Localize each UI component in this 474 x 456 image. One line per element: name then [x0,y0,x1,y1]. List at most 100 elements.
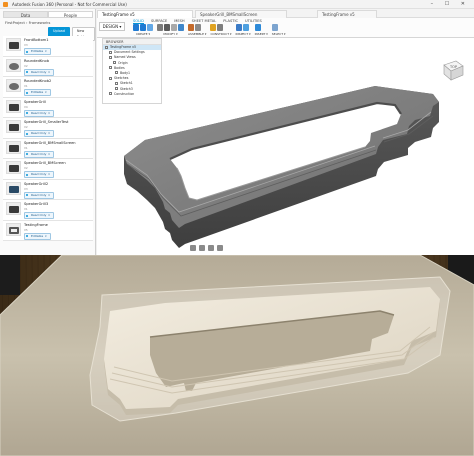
file-access-label: Read Only [31,192,47,197]
file-name: SpeakerGrill [24,99,46,104]
tool-icon[interactable] [235,24,242,31]
browser-row-label: Document Settings [114,50,145,55]
ribbon-group-label[interactable]: SELECT ▾ [272,32,286,36]
tool-icon[interactable] [271,24,278,31]
doc-tab-testingframe[interactable]: TestingFrame v5 [97,10,193,18]
display-settings-icon[interactable] [217,245,223,251]
print-bed-illustration [0,255,474,456]
orbit-icon[interactable] [190,245,196,251]
browser-row-label: TestingFrame v5 [110,45,137,49]
file-version: V4 [24,104,28,109]
file-list-item[interactable]: RoundedKnob2 V1 Editable ▾ [3,77,93,98]
file-access-label: Read Only [31,131,47,135]
ribbon-group[interactable]: SELECT ▾ [271,24,286,36]
ribbon-group[interactable]: INSPECT ▾ [235,24,251,36]
ribbon-group[interactable]: INSERT ▾ [254,24,268,36]
file-access-label: Read Only [31,213,47,217]
chevron-down-icon: ▾ [45,50,47,53]
tool-icon[interactable] [217,24,224,31]
window-controls[interactable]: – ☐ ✕ [431,0,470,9]
visibility-icon[interactable] [115,71,118,75]
file-access-tag[interactable]: Read Only ▾ [24,171,54,178]
tool-icon[interactable] [254,24,261,31]
ribbon-group-label[interactable]: CREATE ▾ [133,32,153,36]
document-tab-bar: TestingFrame v5 SpeakerGrill_BMSmallScre… [97,9,474,18]
visibility-icon[interactable] [105,45,108,49]
visibility-icon[interactable] [115,87,118,90]
file-access-tag[interactable]: Read Only ▾ [24,191,54,199]
tool-icon[interactable] [242,24,249,31]
file-version: V2 [24,125,28,129]
file-list-item[interactable]: SpeakerGrill_SmallerTest V2 Read Only ▾ [3,118,93,139]
ribbon-group[interactable]: ASSEMBLE ▾ [188,24,206,36]
tool-icon[interactable] [157,24,163,31]
file-list-item[interactable]: TestingFrame V5 Editable ▾ [3,220,93,241]
ribbon-group[interactable]: MODIFY ▾ [157,24,184,36]
tool-icon[interactable] [133,24,139,31]
viewcube[interactable]: TOP [440,57,465,82]
workspace-dropdown[interactable]: DESIGN ▾ [99,22,125,31]
tool-icon[interactable] [195,24,201,31]
visibility-icon[interactable] [109,50,112,54]
browser-row[interactable]: Construction [103,92,161,97]
file-name: SpeakerGrill_BMSmallScreen [24,140,76,145]
visibility-icon[interactable] [109,55,112,59]
ribbon-group[interactable]: CONSTRUCT ▾ [210,24,232,36]
file-list-item[interactable]: RoundedKnob V2 Read Only ▾ [3,56,93,77]
ribbon-group-label[interactable]: MODIFY ▾ [157,32,184,36]
tool-icon[interactable] [210,24,217,31]
file-name: TestingFrame [24,222,48,227]
file-thumbnail [6,161,21,174]
visibility-icon[interactable] [109,76,112,80]
file-list-item[interactable]: FrontBottom1 V3 Editable ▾ [3,36,93,57]
tool-icon[interactable] [147,24,153,31]
file-access-tag[interactable]: Read Only ▾ [24,68,54,76]
file-version: V3 [24,43,28,47]
file-access-tag[interactable]: Read Only ▾ [24,130,54,137]
tool-icon[interactable] [188,24,194,31]
file-thumbnail [6,222,21,236]
browser-panel: BROWSER TestingFrame v5 Document Settings… [102,38,162,104]
ribbon-group-label[interactable]: INSERT ▾ [255,32,268,36]
file-access-label: Read Only [31,69,47,74]
doc-tab-speakergrill[interactable]: SpeakerGrill_BMSmallScreen [195,10,287,18]
file-list-item[interactable]: SpeakerGrill_BMScreen V2 Read Only ▾ [3,159,93,180]
ribbon-group-label[interactable]: ASSEMBLE ▾ [188,32,206,36]
file-access-tag[interactable]: Editable ▾ [24,48,51,55]
file-access-tag[interactable]: Read Only ▾ [24,212,54,219]
ribbon-group[interactable]: CREATE ▾ [133,24,153,36]
file-list-item[interactable]: SpeakerGrill_BMSmallScreen V1 Read Only ▾ [3,138,93,159]
file-list-item[interactable]: SpeakerGrill3 V1 Read Only ▾ [3,200,93,221]
file-access-label: Read Only [31,172,47,176]
browser-row-label: Sketches [114,76,129,81]
file-name: RoundedKnob [24,58,49,63]
visibility-icon[interactable] [109,66,112,70]
zoom-icon[interactable] [208,245,214,251]
ribbon-group-label[interactable]: INSPECT ▾ [236,32,251,36]
file-access-tag[interactable]: Editable ▾ [24,89,51,96]
pan-icon[interactable] [199,245,205,251]
tab-people[interactable]: People [48,11,93,18]
file-access-tag[interactable]: Read Only ▾ [24,109,54,117]
tool-icon[interactable] [178,24,184,31]
ribbon-group-label[interactable]: CONSTRUCT ▾ [210,32,231,36]
tool-icon[interactable] [171,24,177,31]
tab-data[interactable]: Data [3,11,48,18]
window-title: Autodesk Fusion 360 (Personal - Not for … [12,2,127,7]
file-version: V3 [24,186,28,191]
visibility-icon[interactable] [113,61,116,65]
file-access-tag[interactable]: Read Only ▾ [24,150,54,158]
browser-row-label: Bodies [114,65,125,70]
file-access-tag[interactable]: Editable ▾ [24,232,51,240]
tool-icon[interactable] [164,24,170,31]
tool-icon[interactable] [140,24,146,31]
visibility-icon[interactable] [115,81,118,85]
fusion-window: Autodesk Fusion 360 (Personal - Not for … [0,0,474,255]
file-version: V2 [24,166,28,170]
printed-frame-photo [0,255,474,456]
doc-tab-testingframe-2[interactable]: TestingFrame v5 [317,10,377,18]
visibility-icon[interactable] [109,92,112,96]
file-list-item[interactable]: SpeakerGrill2 V3 Read Only ▾ [3,179,93,200]
file-list-item[interactable]: SpeakerGrill V4 Read Only ▾ [3,97,93,118]
breadcrumb[interactable]: FirstProject › Frameworks [5,21,50,25]
